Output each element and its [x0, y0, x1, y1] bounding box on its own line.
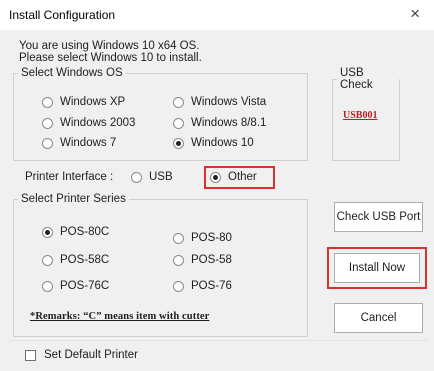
radio-label: POS-76C — [60, 280, 110, 292]
radio-label: POS-80 — [191, 232, 232, 244]
install-configuration-dialog: Install Configuration × You are using Wi… — [0, 0, 434, 371]
radio-indicator — [131, 171, 142, 183]
dialog-title: Install Configuration — [9, 8, 116, 22]
radio-label: POS-58 — [191, 254, 232, 266]
radio-pos-80c[interactable]: POS-80C — [42, 226, 109, 238]
radio-windows-2003[interactable]: Windows 2003 — [42, 117, 135, 129]
set-default-printer-checkbox[interactable]: Set Default Printer — [25, 349, 138, 361]
radio-pos-76[interactable]: POS-76 — [173, 280, 232, 292]
radio-pos-58[interactable]: POS-58 — [173, 254, 232, 266]
check-usb-port-button[interactable]: Check USB Port — [334, 202, 423, 232]
radio-indicator — [173, 254, 184, 266]
radio-label: USB — [149, 171, 173, 183]
usb-check-legend: USB Check — [340, 67, 373, 91]
radio-indicator — [173, 137, 184, 149]
radio-label: Windows 7 — [60, 137, 117, 149]
radio-indicator — [173, 280, 184, 292]
radio-indicator — [42, 96, 53, 108]
radio-indicator — [210, 171, 221, 183]
radio-indicator — [42, 117, 53, 129]
printer-interface-label: Printer Interface : — [25, 171, 114, 183]
radio-windows-8[interactable]: Windows 8/8.1 — [173, 117, 266, 129]
radio-label: Windows Vista — [191, 96, 267, 108]
radio-indicator — [42, 137, 53, 149]
windows-os-legend: Select Windows OS — [21, 67, 123, 79]
radio-label: POS-76 — [191, 280, 232, 292]
radio-interface-usb[interactable]: USB — [131, 171, 173, 183]
os-detected-message: You are using Windows 10 x64 OS. — [19, 40, 200, 52]
radio-pos-58c[interactable]: POS-58C — [42, 254, 109, 266]
radio-interface-other[interactable]: Other — [210, 171, 257, 183]
close-icon[interactable]: × — [410, 4, 420, 24]
radio-label: Windows 8/8.1 — [191, 117, 267, 129]
checkbox-indicator — [25, 349, 36, 361]
cancel-button[interactable]: Cancel — [334, 303, 423, 333]
set-default-printer-label: Set Default Printer — [44, 349, 138, 361]
radio-pos-80[interactable]: POS-80 — [173, 232, 232, 244]
printer-series-legend: Select Printer Series — [21, 193, 126, 205]
radio-label: Windows XP — [60, 96, 126, 108]
radio-indicator — [173, 96, 184, 108]
radio-label: POS-58C — [60, 254, 110, 266]
radio-windows-10[interactable]: Windows 10 — [173, 137, 254, 149]
radio-indicator — [173, 117, 184, 129]
radio-indicator — [42, 280, 53, 292]
radio-windows-7[interactable]: Windows 7 — [42, 137, 116, 149]
radio-label: Other — [228, 171, 257, 183]
radio-windows-xp[interactable]: Windows XP — [42, 96, 125, 108]
radio-indicator — [42, 226, 53, 238]
radio-indicator — [173, 232, 184, 244]
usb-port-link[interactable]: USB001 — [343, 110, 377, 121]
radio-pos-76c[interactable]: POS-76C — [42, 280, 109, 292]
install-now-button[interactable]: Install Now — [334, 253, 420, 283]
radio-indicator — [42, 254, 53, 266]
radio-label: Windows 2003 — [60, 117, 136, 129]
footer-divider — [7, 340, 427, 341]
radio-label: Windows 10 — [191, 137, 254, 149]
os-instruction-message: Please select Windows 10 to install. — [19, 52, 202, 64]
radio-windows-vista[interactable]: Windows Vista — [173, 96, 266, 108]
cutter-remark: *Remarks: “C” means item with cutter — [30, 311, 210, 322]
radio-label: POS-80C — [60, 226, 110, 238]
title-bar: Install Configuration × — [0, 0, 434, 30]
